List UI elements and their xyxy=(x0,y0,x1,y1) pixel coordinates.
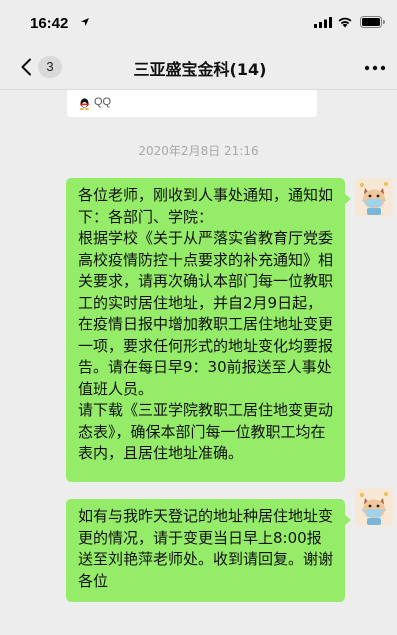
location-arrow-icon xyxy=(81,18,89,26)
avatar[interactable] xyxy=(355,178,393,216)
message-timestamp: 2020年2月8日 21:16 xyxy=(138,144,259,158)
status-bar: 16:42 xyxy=(0,0,397,44)
battery-icon xyxy=(360,16,385,28)
message-bubble[interactable]: 如有与我昨天登记的地址种居住地址变更的情况，请于变更当日早上8:00报送至刘艳萍… xyxy=(66,499,345,602)
message-bubble[interactable]: 各位老师，刚收到人事处通知，通知如下：各部门、学院： 根据学校《关于从严落实省教… xyxy=(66,178,345,482)
cartoon-avatar-icon xyxy=(355,178,393,216)
signal-icon xyxy=(314,17,332,28)
qq-penguin-icon xyxy=(80,98,89,110)
qq-card-label: QQ xyxy=(94,96,112,108)
chat-header: 3 三亚盛宝金科(14) xyxy=(0,44,397,90)
chevron-left-icon[interactable] xyxy=(20,58,32,76)
bubble-tail xyxy=(344,514,351,526)
unread-count-badge[interactable]: 3 xyxy=(38,56,62,78)
qq-share-card[interactable]: QQ xyxy=(67,90,317,117)
more-dots-icon[interactable] xyxy=(364,65,386,71)
status-time: 16:42 xyxy=(30,15,69,32)
bubble-tail xyxy=(344,193,351,205)
cartoon-avatar-icon xyxy=(355,488,393,526)
chat-title: 三亚盛宝金科(14) xyxy=(133,60,267,79)
wifi-icon xyxy=(338,17,352,28)
avatar[interactable] xyxy=(355,488,393,526)
